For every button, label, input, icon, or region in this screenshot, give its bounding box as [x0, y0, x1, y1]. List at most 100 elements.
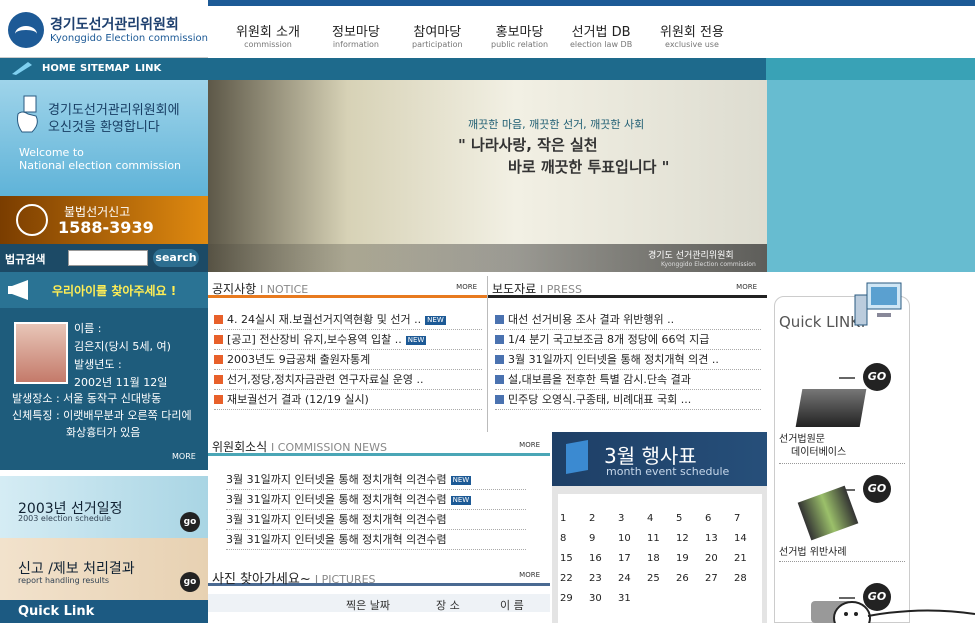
hero-slogan-line2: 바로 깨끗한 투표입니다 "	[508, 158, 670, 176]
calendar-day[interactable]: 30	[589, 588, 618, 608]
nav-participation[interactable]: 참여마당 participation	[412, 21, 463, 49]
calendar-day[interactable]: 16	[589, 548, 618, 568]
calendar-day[interactable]: 19	[676, 548, 705, 568]
quick-link-panel: Quick LINK! GO 선거법원문 데이터베이스 GO 선거법 위반사례 G…	[774, 282, 910, 623]
calendar-day[interactable]: 4	[647, 508, 676, 528]
commission-more-link[interactable]: MORE	[519, 441, 540, 449]
search-button[interactable]: search	[153, 249, 199, 267]
report-results-banner[interactable]: 신고 /제보 처리결과 report handling results go	[0, 538, 208, 600]
calendar-day[interactable]: 21	[734, 548, 763, 568]
nav-commission[interactable]: 위원회 소개 commission	[236, 21, 300, 49]
bullet-icon	[495, 375, 504, 384]
quick-item-law-db[interactable]: 선거법원문 데이터베이스	[779, 433, 846, 459]
link-link[interactable]: LINK	[135, 63, 161, 74]
home-link[interactable]: HOME	[42, 63, 76, 74]
report-title: 신고 /제보 처리결과	[18, 561, 135, 577]
calendar-day[interactable]: 14	[734, 528, 763, 548]
list-item[interactable]: 3월 31일까지 인터넷을 통해 정치개혁 의견수렴 NEW	[226, 490, 526, 510]
welcome-english: Welcome to National election commission	[19, 146, 182, 172]
calendar-day[interactable]: 5	[676, 508, 705, 528]
calendar-day[interactable]: 9	[589, 528, 618, 548]
schedule-go-button[interactable]: go	[180, 512, 200, 532]
election-emblem-icon	[8, 12, 44, 48]
list-item[interactable]: 3월 31일까지 인터넷을 통해 정치개혁 의견 ..	[495, 350, 761, 370]
site-logo[interactable]: 경기도선거관리위원회 Kyonggido Election commission	[0, 0, 208, 58]
month-event-subtitle: month event schedule	[606, 465, 730, 478]
calendar-day[interactable]: 7	[734, 508, 763, 528]
list-item[interactable]: 설,대보름을 전후한 특별 감시.단속 결과	[495, 370, 761, 390]
calendar-day[interactable]: 3	[618, 508, 647, 528]
calendar-day[interactable]: 13	[705, 528, 734, 548]
month-event-header[interactable]: 3월 행사표 month event schedule	[552, 432, 767, 486]
go-button[interactable]: GO	[863, 363, 891, 391]
calendar-day[interactable]: 28	[734, 568, 763, 588]
pictures-header: 사진 찾아가세요~ I PICTURES MORE	[208, 564, 550, 587]
list-item[interactable]: 선거,정당,정치자금관련 연구자료실 운영 ..	[214, 370, 482, 390]
calendar-day[interactable]: 15	[560, 548, 589, 568]
illegal-election-hotline[interactable]: 불법선거신고 1588-3939	[0, 196, 208, 244]
logo-title: 경기도선거관리위원회	[50, 17, 179, 33]
notice-title: 공지사항	[212, 282, 257, 296]
calendar-day[interactable]: 20	[705, 548, 734, 568]
calendar-day[interactable]: 23	[589, 568, 618, 588]
law-search-input[interactable]	[68, 250, 148, 266]
nav-election-law-db[interactable]: 선거법 DB election law DB	[570, 21, 632, 49]
hero-slogan-line1: " 나라사랑, 작은 실천	[458, 136, 598, 154]
nav-exclusive-use[interactable]: 위원회 전용 exclusive use	[660, 21, 724, 49]
sitemap-link[interactable]: SITEMAP	[80, 63, 130, 74]
calendar-day[interactable]: 24	[618, 568, 647, 588]
missing-child-title: 우리아이를 찾아주세요 !	[52, 284, 177, 298]
calendar-day[interactable]: 1	[560, 508, 589, 528]
nav-information[interactable]: 정보마당 information	[332, 21, 380, 49]
hero-banner: 깨끗한 마음, 깨끗한 선거, 깨끗한 사회 " 나라사랑, 작은 실천 바로 …	[208, 80, 767, 272]
child-photo	[14, 322, 68, 384]
report-go-button[interactable]: go	[180, 572, 200, 592]
calendar-day[interactable]: 10	[618, 528, 647, 548]
calendar-day[interactable]: 2	[589, 508, 618, 528]
calendar-day[interactable]: 22	[560, 568, 589, 588]
calendar-day[interactable]: 6	[705, 508, 734, 528]
quick-link-bar[interactable]: Quick Link	[0, 600, 208, 623]
list-item[interactable]: 4. 24실시 재.보궐선거지역현황 및 선거 .. NEW	[214, 310, 482, 330]
calendar-day[interactable]: 11	[647, 528, 676, 548]
quick-item-violations[interactable]: 선거법 위반사례	[779, 543, 847, 558]
hero-slogan-small: 깨끗한 마음, 깨끗한 선거, 깨끗한 사회	[468, 118, 645, 131]
calendar-day[interactable]: 25	[647, 568, 676, 588]
list-item[interactable]: 재보궐선거 결과 (12/19 실시)	[214, 390, 482, 410]
missing-child-box: 우리아이를 찾아주세요 ! 이름 : 김은지(당시 5세, 여) 발생년도 : …	[0, 272, 208, 470]
go-button[interactable]: GO	[863, 475, 891, 503]
calendar-day[interactable]: 27	[705, 568, 734, 588]
list-item[interactable]: 3월 31일까지 인터넷을 통해 정치개혁 의견수렴	[226, 510, 526, 530]
calendar-day[interactable]: 26	[676, 568, 705, 588]
event-calendar: 1234567 8 9 10 11 12 13 14 15 16 17 18 19 20 21 22 23…	[552, 486, 767, 623]
calendar-day[interactable]: 18	[647, 548, 676, 568]
bullet-icon	[495, 395, 504, 404]
pictures-more-link[interactable]: MORE	[519, 571, 540, 579]
list-item[interactable]: 대선 선거비용 조사 결과 위반행위 ..	[495, 310, 761, 330]
computer-icon	[854, 282, 902, 326]
election-schedule-banner[interactable]: 2003년 선거일정 2003 election schedule go	[0, 476, 208, 538]
list-item[interactable]: 1/4 분기 국고보조금 8개 정당에 66억 지급	[495, 330, 761, 350]
calendar-day[interactable]: 31	[618, 588, 647, 608]
bullet-icon	[495, 315, 504, 324]
film-reel-icon	[797, 485, 859, 541]
calendar-day[interactable]: 17	[618, 548, 647, 568]
commission-news-title: 위원회소식	[212, 440, 268, 454]
calendar-day[interactable]: 12	[676, 528, 705, 548]
database-device-icon	[795, 389, 867, 427]
list-item[interactable]: 3월 31일까지 인터넷을 통해 정치개혁 의견수렴 NEW	[226, 470, 526, 490]
list-item[interactable]: 민주당 오영식.구종태, 비례대표 국회 ...	[495, 390, 761, 410]
calendar-day[interactable]: 29	[560, 588, 589, 608]
welcome-banner: 경기도선거관리위원회에 오신것을 환영합니다 Welcome to National…	[0, 80, 208, 196]
press-more-link[interactable]: MORE	[736, 283, 757, 291]
hotline-number: 1588-3939	[58, 218, 154, 237]
commission-news-list: 3월 31일까지 인터넷을 통해 정치개혁 의견수렴 NEW 3월 31일까지 인…	[226, 470, 526, 550]
list-item[interactable]: 3월 31일까지 인터넷을 통해 정치개혁 의견수렴	[226, 530, 526, 550]
calendar-grid: 1234567 8 9 10 11 12 13 14 15 16 17 18 19 20 21 22 23…	[560, 508, 763, 608]
nav-public-relation[interactable]: 홍보마당 public relation	[491, 21, 548, 49]
calendar-day[interactable]: 8	[560, 528, 589, 548]
list-item[interactable]: [공고] 전산장비 유지,보수용역 입찰 .. NEW	[214, 330, 482, 350]
missing-more-link[interactable]: MORE	[172, 452, 196, 461]
list-item[interactable]: 2003년도 9급공채 출원자통계	[214, 350, 482, 370]
notice-more-link[interactable]: MORE	[456, 283, 477, 291]
